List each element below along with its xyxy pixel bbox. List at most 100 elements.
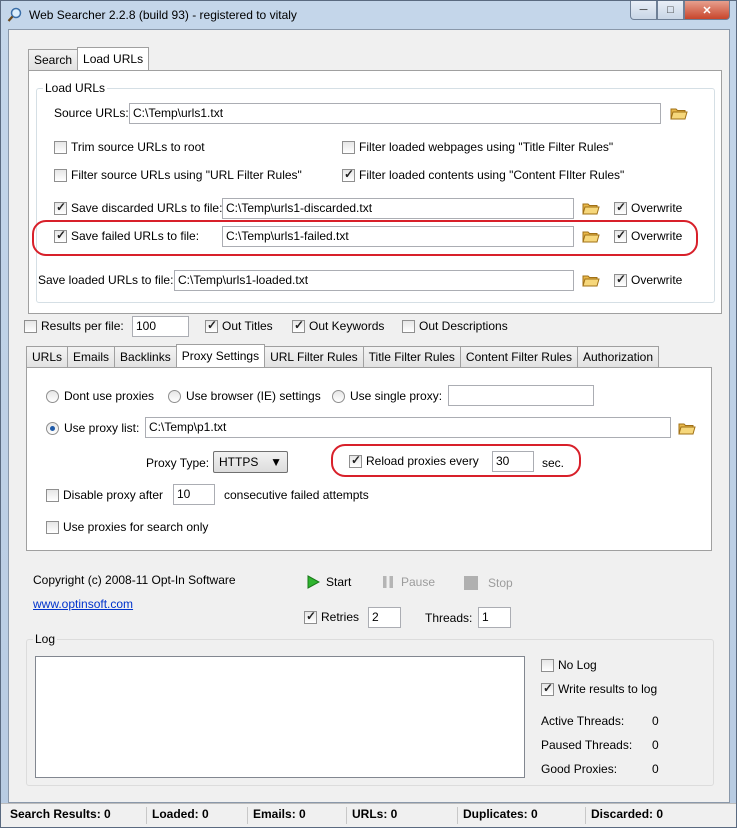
tab-authorization[interactable]: Authorization	[576, 346, 660, 367]
single-proxy-input[interactable]	[448, 385, 594, 406]
close-button[interactable]: ✕	[684, 1, 730, 20]
start-button[interactable]: Start	[306, 575, 351, 589]
open-folder-icon[interactable]	[678, 421, 696, 435]
proxy-list-radio[interactable]: Use proxy list:	[46, 421, 139, 435]
stop-icon	[464, 576, 478, 590]
reload-interval-input[interactable]: 30	[492, 451, 534, 472]
overwrite-discarded-checkbox[interactable]: Overwrite	[614, 200, 682, 215]
status-emails: Emails: 0	[253, 807, 306, 821]
checkbox-box	[54, 200, 67, 215]
tab-url-filter-rules[interactable]: URL Filter Rules	[264, 346, 364, 367]
retries-checkbox[interactable]: Retries	[304, 609, 359, 624]
trim-label: Trim source URLs to root	[71, 140, 205, 154]
radio-dot	[46, 389, 59, 403]
filter-content-label: Filter loaded contents using "Content FI…	[359, 168, 625, 182]
proxy-type-label: Proxy Type:	[146, 456, 210, 470]
checkbox-box	[54, 168, 67, 182]
pause-button[interactable]: Pause	[381, 575, 435, 589]
app-window: Web Searcher 2.2.8 (build 93) - register…	[0, 0, 737, 828]
tab-proxy-settings[interactable]: Proxy Settings	[175, 344, 266, 367]
sub-tabbar: URLs Emails Backlinks Proxy Settings URL…	[26, 344, 660, 367]
minimize-button[interactable]: ─	[630, 1, 657, 20]
title-bar[interactable]: Web Searcher 2.2.8 (build 93) - register…	[1, 1, 736, 29]
play-icon	[307, 575, 320, 589]
no-log-checkbox[interactable]: No Log	[541, 658, 597, 672]
discarded-file-input[interactable]: C:\Temp\urls1-discarded.txt	[222, 198, 574, 219]
log-textarea[interactable]	[35, 656, 525, 778]
loaded-file-input[interactable]: C:\Temp\urls1-loaded.txt	[174, 270, 574, 291]
filter-title-checkbox[interactable]: Filter loaded webpages using "Title Filt…	[342, 140, 613, 154]
checkbox-box	[292, 318, 305, 333]
status-separator	[585, 807, 586, 824]
results-per-file-checkbox[interactable]: Results per file:	[24, 319, 124, 333]
filter-url-checkbox[interactable]: Filter source URLs using "URL Filter Rul…	[54, 168, 302, 182]
disable-after-input[interactable]: 10	[173, 484, 215, 505]
failed-file-input[interactable]: C:\Temp\urls1-failed.txt	[222, 226, 574, 247]
dont-use-proxies-radio[interactable]: Dont use proxies	[46, 389, 154, 403]
checkbox-box	[46, 520, 59, 534]
radio-dot	[168, 389, 181, 403]
checkbox-box	[24, 319, 37, 333]
proxy-type-select[interactable]: HTTPS ▼	[213, 451, 288, 473]
proxies-search-only-label: Use proxies for search only	[63, 520, 209, 534]
tab-backlinks[interactable]: Backlinks	[114, 346, 177, 367]
dont-use-proxies-label: Dont use proxies	[64, 389, 155, 403]
checkbox-box	[342, 140, 355, 154]
stop-button[interactable]: Stop	[463, 575, 513, 591]
threads-input[interactable]: 1	[478, 607, 511, 628]
checkbox-box	[541, 658, 554, 672]
client-area: Search Load URLs Load URLs Source URLs: …	[8, 29, 730, 803]
good-proxies-label: Good Proxies:	[541, 762, 618, 776]
source-urls-input[interactable]: C:\Temp\urls1.txt	[129, 103, 661, 124]
overwrite-failed-checkbox[interactable]: Overwrite	[614, 228, 683, 243]
open-folder-icon[interactable]	[670, 106, 688, 120]
proxies-search-only-checkbox[interactable]: Use proxies for search only	[46, 520, 208, 534]
tab-emails[interactable]: Emails	[67, 346, 116, 367]
out-keywords-checkbox[interactable]: Out Keywords	[292, 318, 384, 333]
overwrite-label: Overwrite	[631, 229, 683, 243]
proxy-list-input[interactable]: C:\Temp\p1.txt	[145, 417, 671, 438]
write-results-checkbox[interactable]: Write results to log	[541, 681, 657, 696]
status-urls: URLs: 0	[352, 807, 398, 821]
open-folder-icon[interactable]	[582, 201, 600, 215]
good-proxies-value: 0	[652, 762, 659, 776]
single-proxy-radio[interactable]: Use single proxy:	[332, 389, 442, 403]
status-search-results: Search Results: 0	[10, 807, 111, 821]
out-titles-checkbox[interactable]: Out Titles	[205, 318, 273, 333]
window-title: Web Searcher 2.2.8 (build 93) - register…	[29, 8, 297, 22]
reload-unit-label: sec.	[542, 456, 565, 470]
browser-settings-radio[interactable]: Use browser (IE) settings	[168, 389, 321, 403]
website-link[interactable]: www.optinsoft.com	[33, 597, 133, 611]
checkbox-box	[54, 140, 67, 154]
tab-title-filter-rules[interactable]: Title Filter Rules	[362, 346, 461, 367]
retries-input[interactable]: 2	[368, 607, 401, 628]
tab-urls[interactable]: URLs	[26, 346, 69, 367]
tab-load-urls[interactable]: Load URLs	[77, 47, 150, 70]
filter-content-checkbox[interactable]: Filter loaded contents using "Content FI…	[342, 167, 625, 182]
out-titles-label: Out Titles	[222, 319, 273, 333]
checkbox-box	[541, 681, 554, 696]
open-folder-icon[interactable]	[582, 229, 600, 243]
maximize-button[interactable]: □	[657, 1, 684, 20]
results-per-file-input[interactable]: 100	[132, 316, 189, 337]
tab-search[interactable]: Search	[28, 49, 79, 70]
main-tabbar: Search Load URLs	[28, 47, 150, 70]
maximize-icon: □	[667, 4, 674, 16]
save-failed-checkbox[interactable]: Save failed URLs to file:	[54, 228, 199, 243]
chevron-down-icon: ▼	[270, 455, 282, 469]
open-folder-icon[interactable]	[582, 273, 600, 287]
out-descriptions-checkbox[interactable]: Out Descriptions	[402, 319, 508, 333]
browser-settings-label: Use browser (IE) settings	[186, 389, 321, 403]
checkbox-box	[614, 228, 627, 243]
disable-proxy-checkbox[interactable]: Disable proxy after	[46, 488, 163, 502]
status-separator	[346, 807, 347, 824]
filter-title-label: Filter loaded webpages using "Title Filt…	[359, 140, 614, 154]
checkbox-box	[614, 272, 627, 287]
overwrite-loaded-checkbox[interactable]: Overwrite	[614, 272, 682, 287]
status-duplicates: Duplicates: 0	[463, 807, 538, 821]
tab-content-filter-rules[interactable]: Content Filter Rules	[459, 346, 578, 367]
reload-proxies-checkbox[interactable]: Reload proxies every	[349, 453, 479, 468]
save-discarded-checkbox[interactable]: Save discarded URLs to file:	[54, 200, 222, 215]
trim-checkbox[interactable]: Trim source URLs to root	[54, 140, 205, 154]
start-label: Start	[326, 575, 352, 589]
